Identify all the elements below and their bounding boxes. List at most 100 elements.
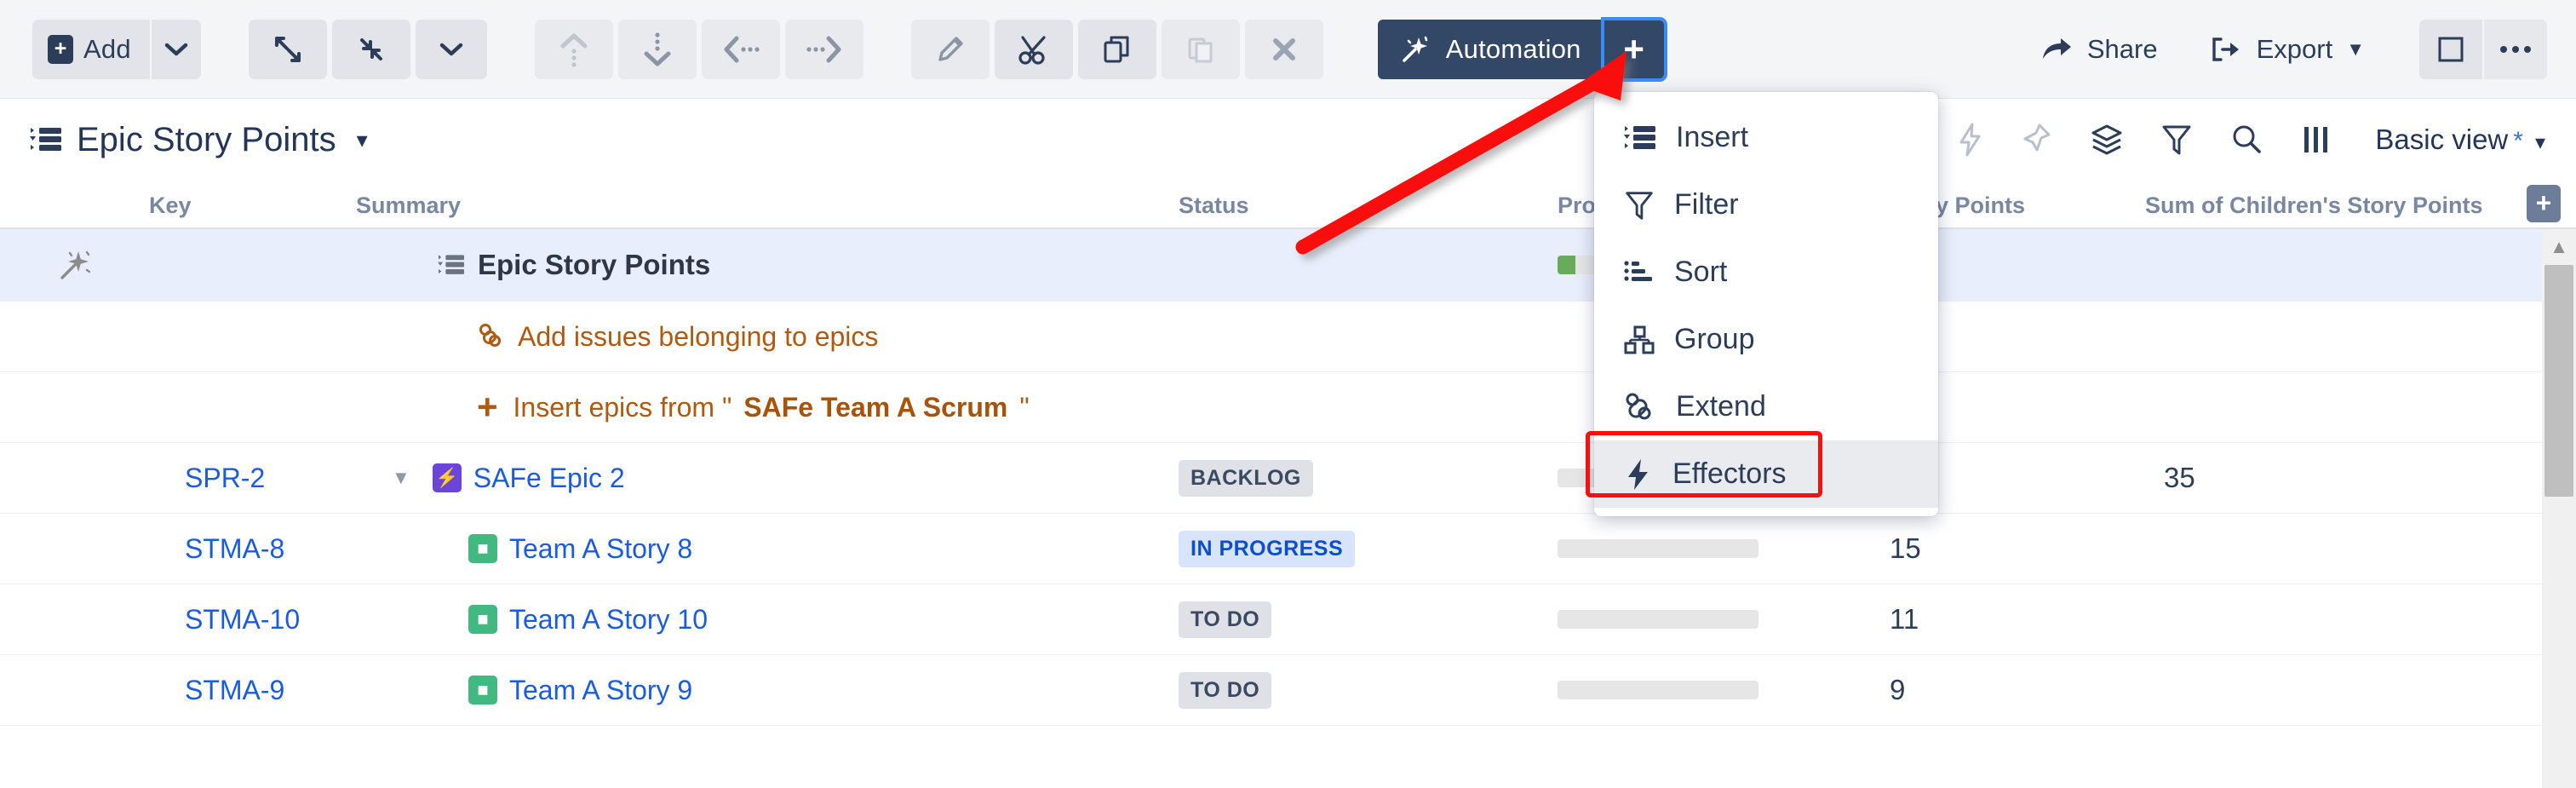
column-header-sum-children[interactable]: Sum of Children's Story Points (2145, 193, 2511, 227)
automation-button[interactable]: Automation (1378, 20, 1604, 79)
collapse-arrows-icon (353, 32, 389, 67)
menu-item-extend[interactable]: Extend (1594, 373, 1938, 440)
layers-icon[interactable] (2089, 122, 2125, 158)
cell-key: SPR-2 (149, 443, 356, 513)
row-summary-text[interactable]: SAFe Epic 2 (473, 463, 625, 494)
column-header-summary[interactable]: Summary (356, 193, 1179, 227)
insert-epics-action[interactable]: + Insert epics from "SAFe Team A Scrum" (477, 392, 1030, 423)
cell-status: TO DO (1179, 584, 1558, 654)
table-header-row: Key Summary Status Progress Story Points… (0, 180, 2576, 229)
status-badge: TO DO (1179, 601, 1271, 638)
row-summary-text[interactable]: Team A Story 8 (509, 533, 692, 565)
structure-list-icon (29, 124, 63, 155)
cell-sum-children: 35 (2145, 443, 2511, 513)
menu-item-label: Extend (1676, 390, 1766, 423)
collapse-all-button[interactable] (332, 20, 410, 79)
filter-icon[interactable] (2160, 122, 2193, 158)
cell-story-points: 15 (1890, 514, 2145, 584)
issue-key-link[interactable]: STMA-8 (185, 533, 284, 565)
move-left-icon (721, 33, 760, 66)
paste-button[interactable] (1162, 20, 1240, 79)
column-header-key[interactable]: Key (149, 193, 356, 227)
effectors-icon[interactable] (1956, 122, 1985, 158)
link-icon (477, 323, 506, 350)
structure-title-menu[interactable]: Epic Story Points ▾ (29, 121, 368, 159)
row-gutter (0, 229, 149, 301)
cut-button[interactable] (995, 20, 1073, 79)
row-summary-prefix: Insert epics from " (513, 392, 732, 423)
story-points-value: 15 (1890, 532, 1921, 565)
share-arrow-icon (2040, 35, 2074, 64)
cell-progress (1558, 584, 1890, 654)
expand-dropdown-button[interactable] (416, 20, 487, 79)
move-up-button[interactable] (535, 20, 613, 79)
move-down-icon (641, 31, 674, 68)
more-options-button[interactable] (2484, 20, 2547, 79)
cell-summary: + Insert epics from "SAFe Team A Scrum" (356, 372, 1179, 442)
panel-square-icon (2435, 34, 2466, 65)
copy-icon (1099, 32, 1135, 67)
export-icon (2209, 35, 2243, 64)
table-row[interactable]: STMA-10 ■ Team A Story 10 TO DO 11 (0, 584, 2576, 655)
story-points-value: 9 (1890, 674, 1905, 706)
row-summary-text: Epic Story Points (478, 249, 710, 281)
menu-item-label: Sort (1674, 256, 1727, 289)
structure-app-window: + Add (0, 0, 2576, 788)
add-dropdown-button[interactable] (152, 20, 201, 79)
automation-add-button[interactable]: + (1604, 20, 1665, 79)
progress-bar (1558, 539, 1758, 558)
issue-key-link[interactable]: SPR-2 (185, 463, 265, 494)
sort-icon (1623, 258, 1655, 287)
issue-key-link[interactable]: STMA-9 (185, 675, 284, 706)
status-badge: TO DO (1179, 672, 1271, 709)
pin-icon[interactable] (2021, 122, 2053, 158)
menu-item-label: Group (1674, 323, 1755, 356)
automation-add-menu: Insert Filter Sort Group (1594, 92, 1938, 516)
scrollbar-thumb[interactable] (2544, 265, 2573, 497)
add-button[interactable]: + Add (32, 20, 150, 79)
table-row[interactable]: + Insert epics from "SAFe Team A Scrum" (0, 372, 2576, 443)
row-summary-text[interactable]: Team A Story 10 (509, 604, 708, 636)
vertical-scrollbar[interactable]: ▲ (2542, 229, 2576, 788)
menu-item-sort[interactable]: Sort (1594, 239, 1938, 306)
indent-button[interactable] (785, 20, 863, 79)
delete-button[interactable] (1245, 20, 1323, 79)
scroll-up-arrow-icon[interactable]: ▲ (2542, 229, 2576, 265)
cell-summary: ▼ ⚡ SAFe Epic 2 (356, 443, 1179, 513)
menu-item-filter[interactable]: Filter (1594, 171, 1938, 239)
copy-button[interactable] (1078, 20, 1156, 79)
outdent-button[interactable] (702, 20, 780, 79)
table-row[interactable]: STMA-9 ■ Team A Story 9 TO DO 9 (0, 655, 2576, 726)
cell-status: IN PROGRESS (1179, 514, 1558, 584)
cell-status (1179, 229, 1558, 301)
magic-wand-icon (56, 246, 94, 284)
toggle-panel-button[interactable] (2419, 20, 2482, 79)
menu-item-insert[interactable]: Insert (1594, 104, 1938, 171)
expand-all-button[interactable] (249, 20, 327, 79)
view-selector[interactable]: Basic view * ▾ (2375, 124, 2545, 156)
expand-collapse-group (245, 20, 487, 79)
share-button[interactable]: Share (2014, 20, 2183, 79)
search-icon[interactable] (2229, 122, 2264, 158)
issue-key-link[interactable]: STMA-10 (185, 604, 300, 636)
export-button[interactable]: Export ▼ (2183, 20, 2390, 79)
lightning-icon (1623, 457, 1654, 492)
row-disclosure-toggle[interactable]: ▼ (392, 467, 410, 489)
table-row[interactable]: Epic Story Points (0, 229, 2576, 302)
plus-square-icon: + (48, 35, 73, 64)
add-issues-action[interactable]: Add issues belonging to epics (477, 321, 878, 353)
move-down-button[interactable] (618, 20, 697, 79)
column-header-status[interactable]: Status (1179, 193, 1558, 227)
table-row[interactable]: SPR-2 ▼ ⚡ SAFe Epic 2 BACKLOG 35 (0, 443, 2576, 514)
table-row[interactable]: STMA-8 ■ Team A Story 8 IN PROGRESS 15 (0, 514, 2576, 584)
add-column-button[interactable]: + (2527, 185, 2561, 222)
menu-item-group[interactable]: Group (1594, 306, 1938, 373)
edit-group (908, 20, 1323, 79)
columns-icon[interactable] (2300, 123, 2332, 157)
cell-key (149, 229, 356, 301)
edit-button[interactable] (911, 20, 990, 79)
menu-item-effectors[interactable]: Effectors (1594, 440, 1938, 508)
story-points-value: 11 (1890, 603, 1919, 636)
row-summary-text[interactable]: Team A Story 9 (509, 675, 692, 706)
table-row[interactable]: Add issues belonging to epics (0, 302, 2576, 372)
